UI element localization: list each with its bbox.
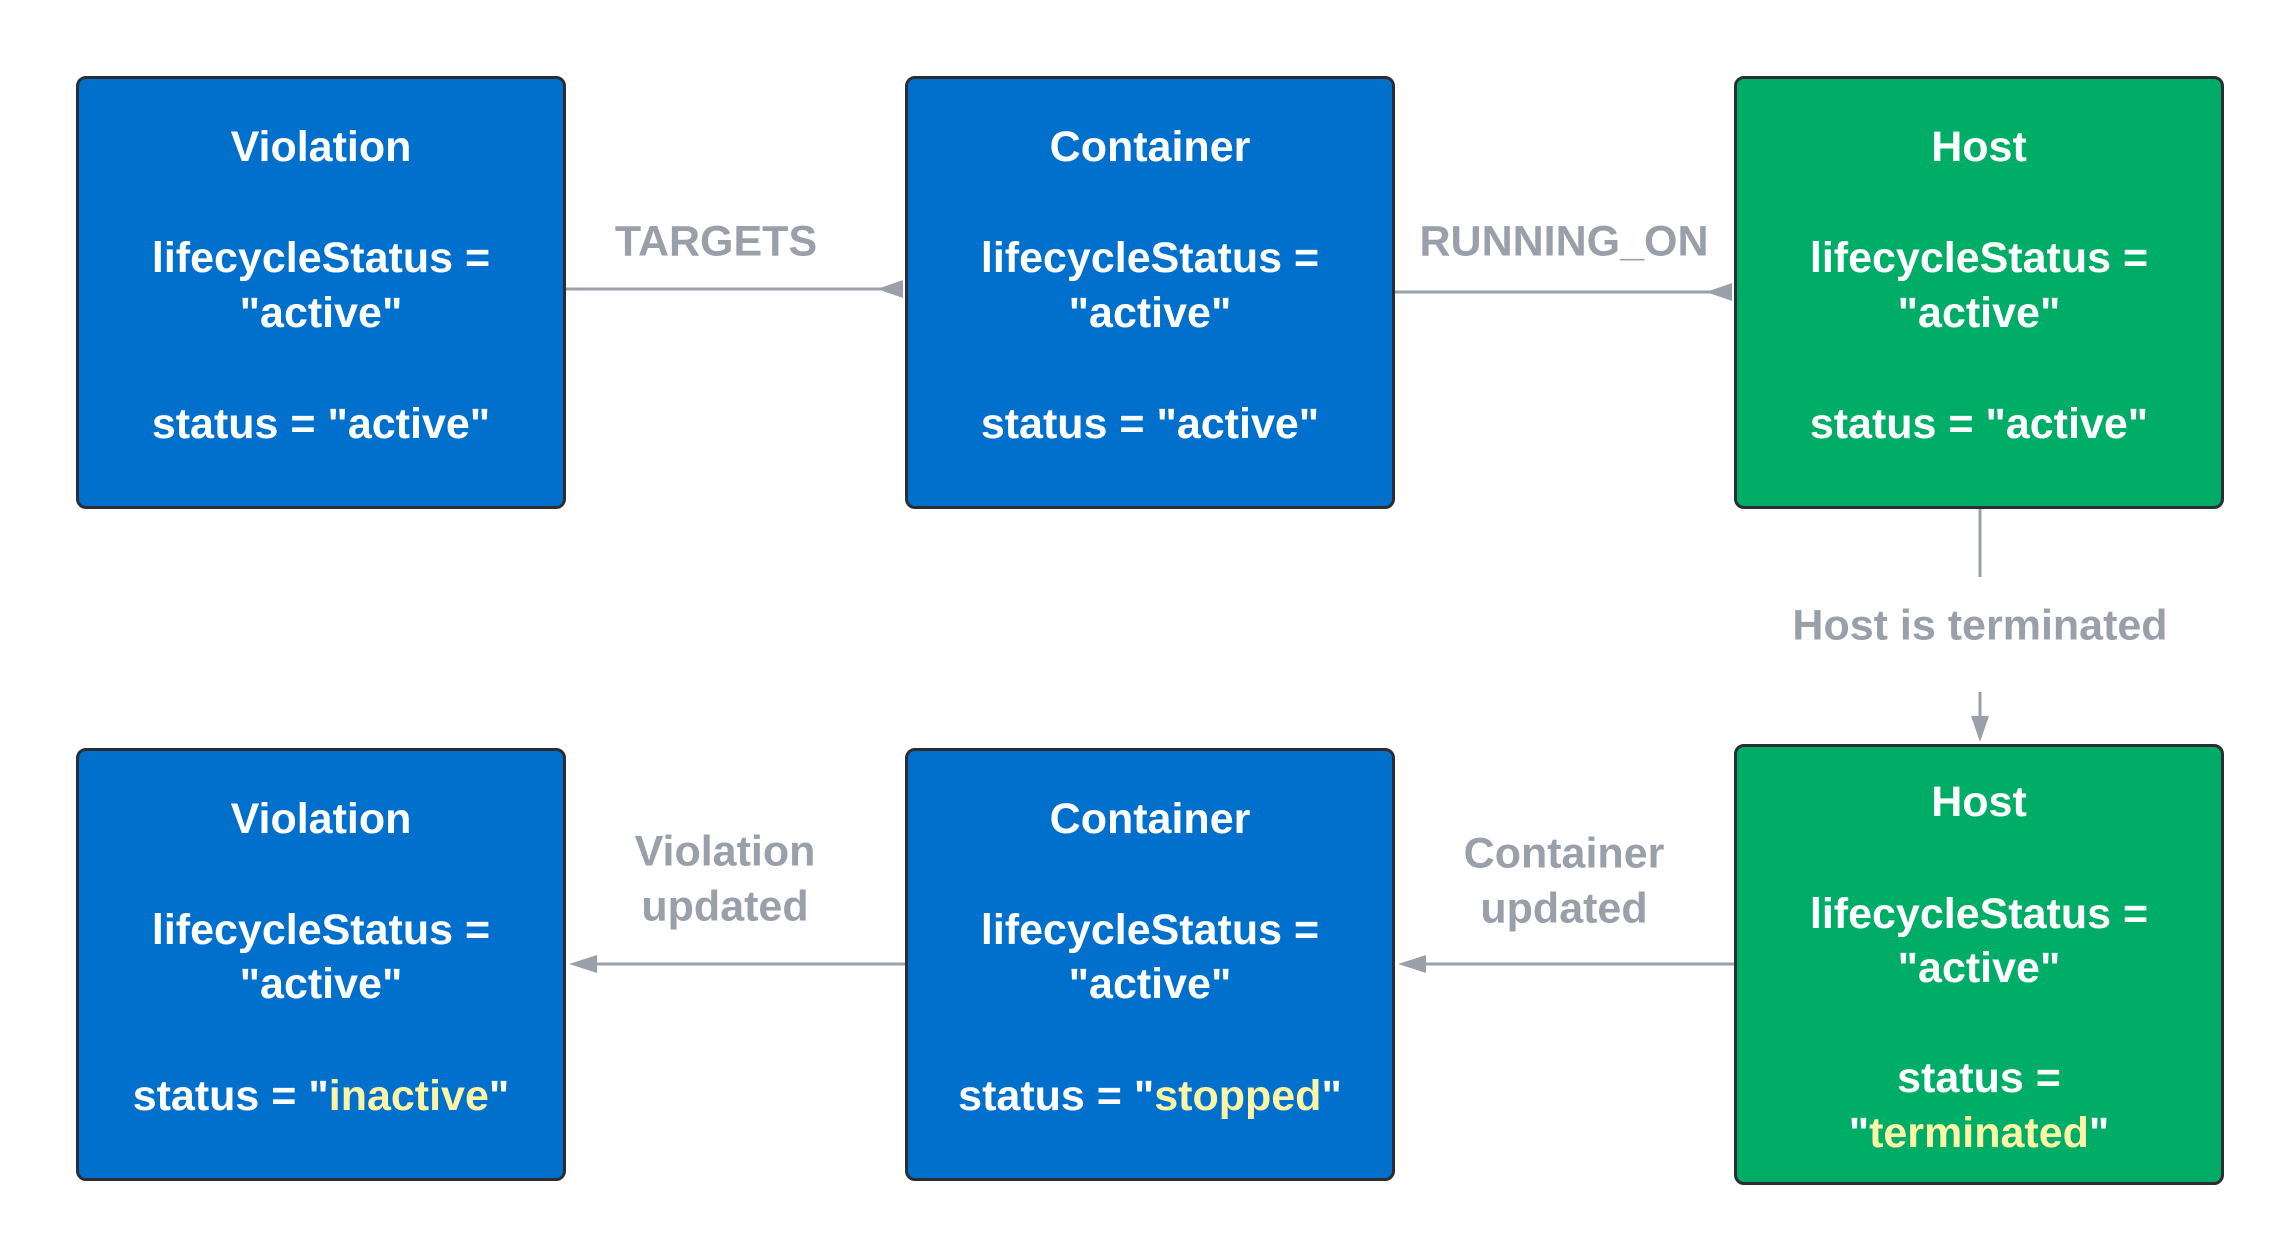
- arrowhead: [1971, 716, 1989, 742]
- status-value-highlight: inactive: [328, 1072, 489, 1120]
- status: status = "active": [1809, 400, 2149, 448]
- status-value: "terminated": [1737, 1107, 2221, 1159]
- violation-updated-label-line2: updated: [641, 882, 809, 931]
- status: status =: [1897, 1054, 2061, 1102]
- violation-node-after: Violation lifecycleStatus = "active" sta…: [76, 748, 566, 1181]
- arrowhead: [569, 955, 597, 973]
- status-prefix: ": [1848, 1109, 1870, 1157]
- status: status = "active": [980, 400, 1320, 448]
- lifecycle-status-value: "active": [239, 960, 403, 1008]
- lifecycle-status-value: "active": [239, 289, 403, 337]
- status-value-highlight: stopped: [1154, 1072, 1322, 1120]
- container-updated-label-line2: updated: [1480, 884, 1648, 933]
- node-title: Container: [1049, 123, 1251, 171]
- status-suffix: ": [488, 1072, 510, 1120]
- arrowhead: [1706, 283, 1732, 301]
- status-value-highlight: terminated: [1869, 1109, 2089, 1157]
- host-terminated-label: Host is terminated: [1792, 601, 2168, 650]
- node-title: Container: [1049, 795, 1251, 843]
- status: status = "active": [151, 400, 491, 448]
- status-suffix: ": [2088, 1109, 2110, 1157]
- lifecycle-status-value: "active": [1068, 960, 1232, 1008]
- lifecycle-status: lifecycleStatus =: [980, 234, 1320, 282]
- targets-label: TARGETS: [614, 217, 818, 266]
- lifecycle-status: lifecycleStatus =: [151, 234, 491, 282]
- status-prefix: status = ": [132, 1072, 329, 1120]
- host-node-after: Host lifecycleStatus = "active" status =…: [1734, 744, 2224, 1185]
- host-node-before: Host lifecycleStatus = "active" status =…: [1734, 76, 2224, 509]
- status: status = "inactive": [79, 1070, 563, 1122]
- status-suffix: ": [1321, 1072, 1342, 1120]
- lifecycle-status-value: "active": [1897, 289, 2061, 337]
- lifecycle-status: lifecycleStatus =: [1809, 234, 2149, 282]
- node-title: Violation: [230, 123, 412, 171]
- lifecycle-status: lifecycleStatus =: [1809, 890, 2149, 938]
- lifecycle-status: lifecycleStatus =: [151, 906, 491, 954]
- status: status = "stopped": [908, 1070, 1392, 1122]
- node-title: Violation: [230, 795, 412, 843]
- arrowhead: [877, 280, 903, 298]
- node-title: Host: [1931, 778, 2027, 826]
- node-title: Host: [1931, 123, 2027, 171]
- violation-updated-label-line1: Violation: [634, 827, 816, 876]
- violation-node-before: Violation lifecycleStatus = "active" sta…: [76, 76, 566, 509]
- status-prefix: status = ": [958, 1072, 1155, 1120]
- container-node-before: Container lifecycleStatus = "active" sta…: [905, 76, 1395, 509]
- container-node-after: Container lifecycleStatus = "active" sta…: [905, 748, 1395, 1181]
- lifecycle-status: lifecycleStatus =: [980, 906, 1320, 954]
- running-on-label: RUNNING_ON: [1419, 217, 1709, 266]
- lifecycle-status-value: "active": [1068, 289, 1232, 337]
- container-updated-label-line1: Container: [1463, 829, 1665, 878]
- lifecycle-status-value: "active": [1897, 944, 2061, 992]
